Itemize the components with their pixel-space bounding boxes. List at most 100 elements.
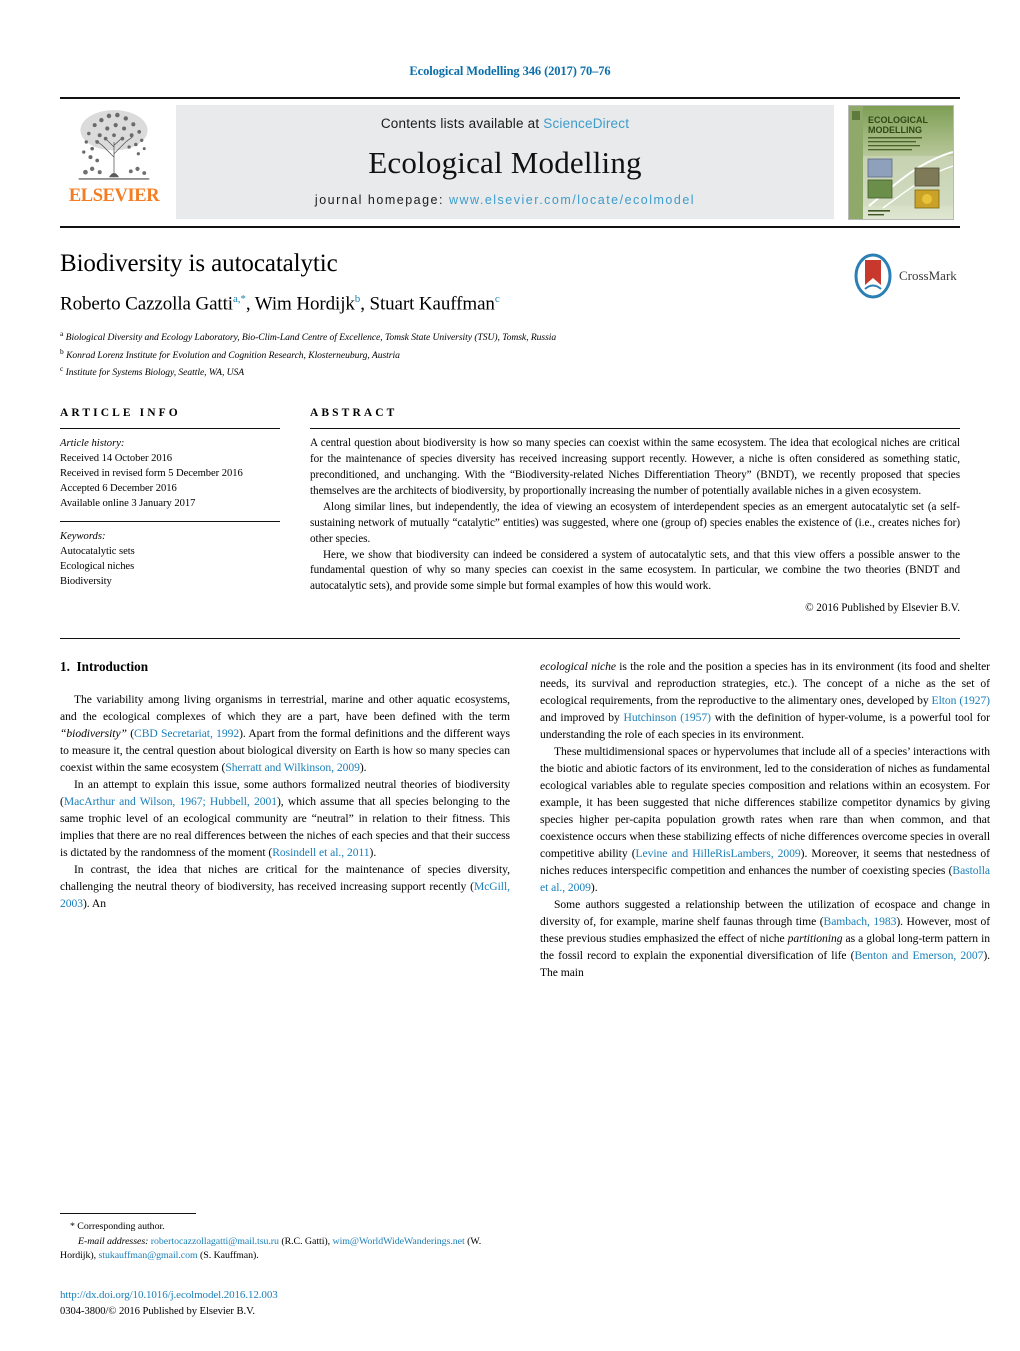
keywords-label: Keywords: xyxy=(60,531,106,543)
citation-link[interactable]: Rosindell et al., 2011 xyxy=(272,846,369,859)
author-mark: c xyxy=(494,292,500,305)
body-text: and improved by xyxy=(540,711,624,725)
citation-link[interactable]: MacArthur and Wilson, 1967; Hubbell, 200… xyxy=(64,795,277,808)
article-history-label: Article history: xyxy=(60,438,125,450)
footnote-divider xyxy=(60,1213,196,1215)
corresponding-author-note: * Corresponding author. xyxy=(70,1221,165,1233)
body-paragraph: These multidimensional spaces or hypervo… xyxy=(540,744,990,897)
abstract-copyright: © 2016 Published by Elsevier B.V. xyxy=(805,602,960,615)
author-name: Stuart Kauffman xyxy=(369,293,495,315)
body-paragraph: The variability among living organisms i… xyxy=(60,692,510,777)
author-name: Roberto Cazzolla Gatti xyxy=(60,293,233,315)
email-link[interactable]: stukauffman@gmail.com xyxy=(98,1250,197,1261)
history-item: Received in revised form 5 December 2016 xyxy=(60,468,243,480)
journal-cover-thumbnail: ECOLOGICAL MODELLING xyxy=(848,105,954,220)
affiliation-text: Konrad Lorenz Institute for Evolution an… xyxy=(66,349,400,361)
body-text: The variability among living organisms i… xyxy=(60,693,510,724)
email-link[interactable]: robertocazzollagatti@mail.tsu.ru xyxy=(151,1236,279,1247)
divider xyxy=(310,428,960,430)
emphasis-text: ecological niche xyxy=(540,660,616,674)
affiliation-mark: a xyxy=(60,328,64,338)
abstract-heading: ABSTRACT xyxy=(310,407,398,420)
history-item: Available online 3 January 2017 xyxy=(60,498,196,510)
journal-title: Ecological Modelling xyxy=(368,144,642,180)
divider xyxy=(60,638,960,640)
svg-text:ECOLOGICAL: ECOLOGICAL xyxy=(868,115,929,125)
body-text: In contrast, the idea that niches are cr… xyxy=(60,863,510,894)
divider xyxy=(60,521,280,523)
abstract-paragraph: Here, we show that biodiversity can inde… xyxy=(310,548,960,593)
citation-link[interactable]: Bambach, 1983 xyxy=(824,915,897,928)
emphasis-text: partitioning xyxy=(787,931,843,945)
elsevier-tree-icon xyxy=(78,110,150,180)
section-number: 1. xyxy=(60,659,70,675)
issn-copyright-line: 0304-3800/© 2016 Published by Elsevier B… xyxy=(60,1305,255,1317)
history-item: Received 14 October 2016 xyxy=(60,453,173,465)
abstract-column: ABSTRACT A central question about biodiv… xyxy=(310,407,960,614)
homepage-prefix: journal homepage: xyxy=(314,193,449,207)
contents-available-line: Contents lists available at ScienceDirec… xyxy=(381,116,629,131)
journal-masthead: ELSEVIER Contents lists available at Sci… xyxy=(60,97,960,228)
abstract-body: A central question about biodiversity is… xyxy=(310,436,960,595)
abstract-paragraph: Along similar lines, but independently, … xyxy=(310,500,960,545)
keyword-item: Autocatalytic sets xyxy=(60,546,135,558)
body-text: ). xyxy=(590,881,598,895)
crossmark-icon xyxy=(854,253,892,299)
affiliation-item: c Institute for Systems Biology, Seattle… xyxy=(60,363,960,381)
emphasis-text: “biodiversity” xyxy=(60,727,127,741)
history-item: Accepted 6 December 2016 xyxy=(60,483,177,495)
affiliation-list: a Biological Diversity and Ecology Labor… xyxy=(60,328,960,381)
body-paragraph: Some authors suggested a relationship be… xyxy=(540,897,990,982)
body-text: ). xyxy=(359,761,367,775)
author-name: Wim Hordijk xyxy=(254,293,355,315)
keywords-list: Autocatalytic sets Ecological niches Bio… xyxy=(60,544,280,589)
journal-homepage-link[interactable]: www.elsevier.com/locate/ecolmodel xyxy=(449,193,695,207)
citation-link[interactable]: Elton (1927) xyxy=(932,694,991,707)
info-abstract-region: ARTICLE INFO Article history: Received 1… xyxy=(60,407,960,614)
article-body: 1. Introduction The variability among li… xyxy=(60,659,990,1159)
affiliation-mark: b xyxy=(60,346,64,356)
article-history-list: Received 14 October 2016 Received in rev… xyxy=(60,451,280,511)
contents-prefix: Contents lists available at xyxy=(380,116,544,131)
paper-page: Ecological Modelling 346 (2017) 70–76 EL… xyxy=(0,0,1020,1351)
body-column-right: ecological niche is the role and the pos… xyxy=(540,659,990,1159)
article-info-heading: ARTICLE INFO xyxy=(60,407,181,420)
affiliation-item: b Konrad Lorenz Institute for Evolution … xyxy=(60,346,960,364)
abstract-paragraph: A central question about biodiversity is… xyxy=(310,437,960,497)
article-info-column: ARTICLE INFO Article history: Received 1… xyxy=(60,407,310,614)
author-mark: a,* xyxy=(232,292,246,305)
divider xyxy=(60,428,280,430)
page-title: Biodiversity is autocatalytic xyxy=(60,250,338,277)
email-owner: (R.C. Gatti), xyxy=(278,1235,333,1247)
elsevier-logo-block: ELSEVIER xyxy=(60,99,168,226)
sciencedirect-link[interactable]: ScienceDirect xyxy=(543,116,629,131)
affiliation-item: a Biological Diversity and Ecology Labor… xyxy=(60,328,960,346)
affiliation-text: Biological Diversity and Ecology Laborat… xyxy=(65,332,557,344)
body-text: ( xyxy=(126,727,135,741)
footnote-block: * Corresponding author. E-mail addresses… xyxy=(60,1213,510,1263)
body-text: ). An xyxy=(83,897,106,911)
citation-link[interactable]: Sherratt and Wilkinson, 2009 xyxy=(225,761,360,774)
body-paragraph: ecological niche is the role and the pos… xyxy=(540,659,990,744)
journal-cover-block: ECOLOGICAL MODELLING xyxy=(842,99,960,226)
keyword-item: Biodiversity xyxy=(60,576,112,588)
running-head: Ecological Modelling 346 (2017) 70–76 xyxy=(409,64,611,78)
citation-link[interactable]: Hutchinson (1957) xyxy=(624,711,711,724)
doi-link[interactable]: http://dx.doi.org/10.1016/j.ecolmodel.20… xyxy=(60,1288,520,1304)
doi-block: http://dx.doi.org/10.1016/j.ecolmodel.20… xyxy=(60,1288,520,1319)
author-list: Roberto Cazzolla Gattia,*, Wim Hordijkb,… xyxy=(60,292,500,315)
svg-text:MODELLING: MODELLING xyxy=(868,125,922,135)
citation-link[interactable]: Levine and HilleRisLambers, 2009 xyxy=(636,847,801,860)
crossmark-badge[interactable]: CrossMark xyxy=(852,252,960,300)
email-owner: (S. Kauffman). xyxy=(197,1249,259,1261)
citation-link[interactable]: Benton and Emerson, 2007 xyxy=(854,949,983,962)
body-text: ). xyxy=(369,846,377,860)
affiliation-text: Institute for Systems Biology, Seattle, … xyxy=(65,367,245,379)
keyword-item: Ecological niches xyxy=(60,561,135,573)
title-area: Biodiversity is autocatalytic Roberto Ca… xyxy=(60,250,960,381)
body-paragraph: In contrast, the idea that niches are cr… xyxy=(60,862,510,913)
citation-link[interactable]: CBD Secretariat, 1992 xyxy=(134,727,239,740)
email-link[interactable]: wim@WorldWideWanderings.net xyxy=(333,1236,465,1247)
journal-banner: Contents lists available at ScienceDirec… xyxy=(176,105,834,219)
elsevier-wordmark: ELSEVIER xyxy=(68,186,160,206)
